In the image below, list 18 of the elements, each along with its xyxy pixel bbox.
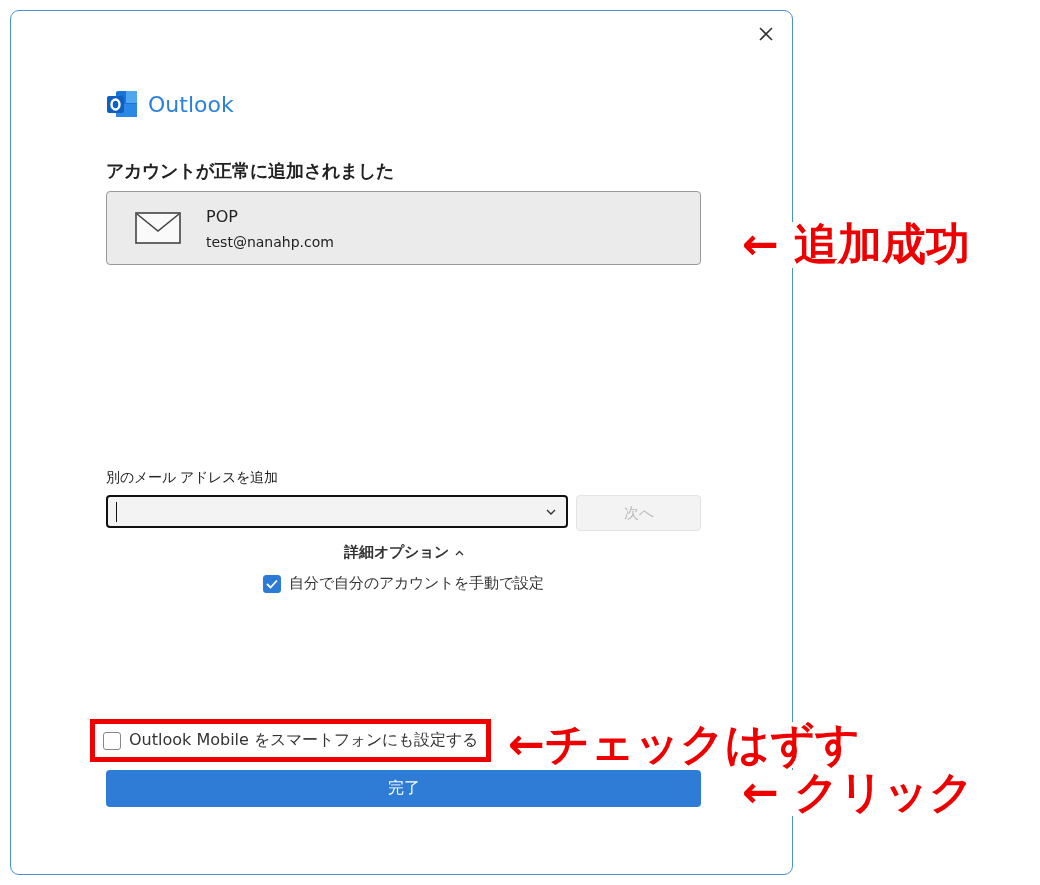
- chevron-icon[interactable]: [454, 549, 464, 556]
- success-heading: アカウントが正常に追加されました: [106, 159, 395, 183]
- app-name: Outlook: [148, 91, 234, 117]
- account-type: POP: [206, 206, 239, 226]
- envelope-icon: [135, 212, 181, 244]
- done-button[interactable]: 完了: [106, 770, 701, 807]
- outlook-logo-icon: [106, 90, 138, 118]
- manual-setup-checkbox[interactable]: 自分で自分のアカウントを手動で設定: [263, 574, 544, 593]
- email-address-field[interactable]: [106, 495, 568, 528]
- annotation-text: ←チェックはずす: [508, 722, 860, 768]
- checkbox-icon[interactable]: [103, 731, 121, 750]
- mobile-setup-checkbox[interactable]: Outlook Mobile をスマートフォンにも設定する: [103, 730, 478, 751]
- checkbox-icon[interactable]: [263, 574, 281, 593]
- account-email: test@nanahp.com: [206, 233, 334, 250]
- close-icon[interactable]: [758, 26, 774, 42]
- field-label: 別のメール アドレスを追加: [106, 469, 279, 487]
- dropdown-chevron-icon[interactable]: [546, 508, 556, 515]
- advanced-options-toggle[interactable]: 詳細オプション: [343, 541, 464, 564]
